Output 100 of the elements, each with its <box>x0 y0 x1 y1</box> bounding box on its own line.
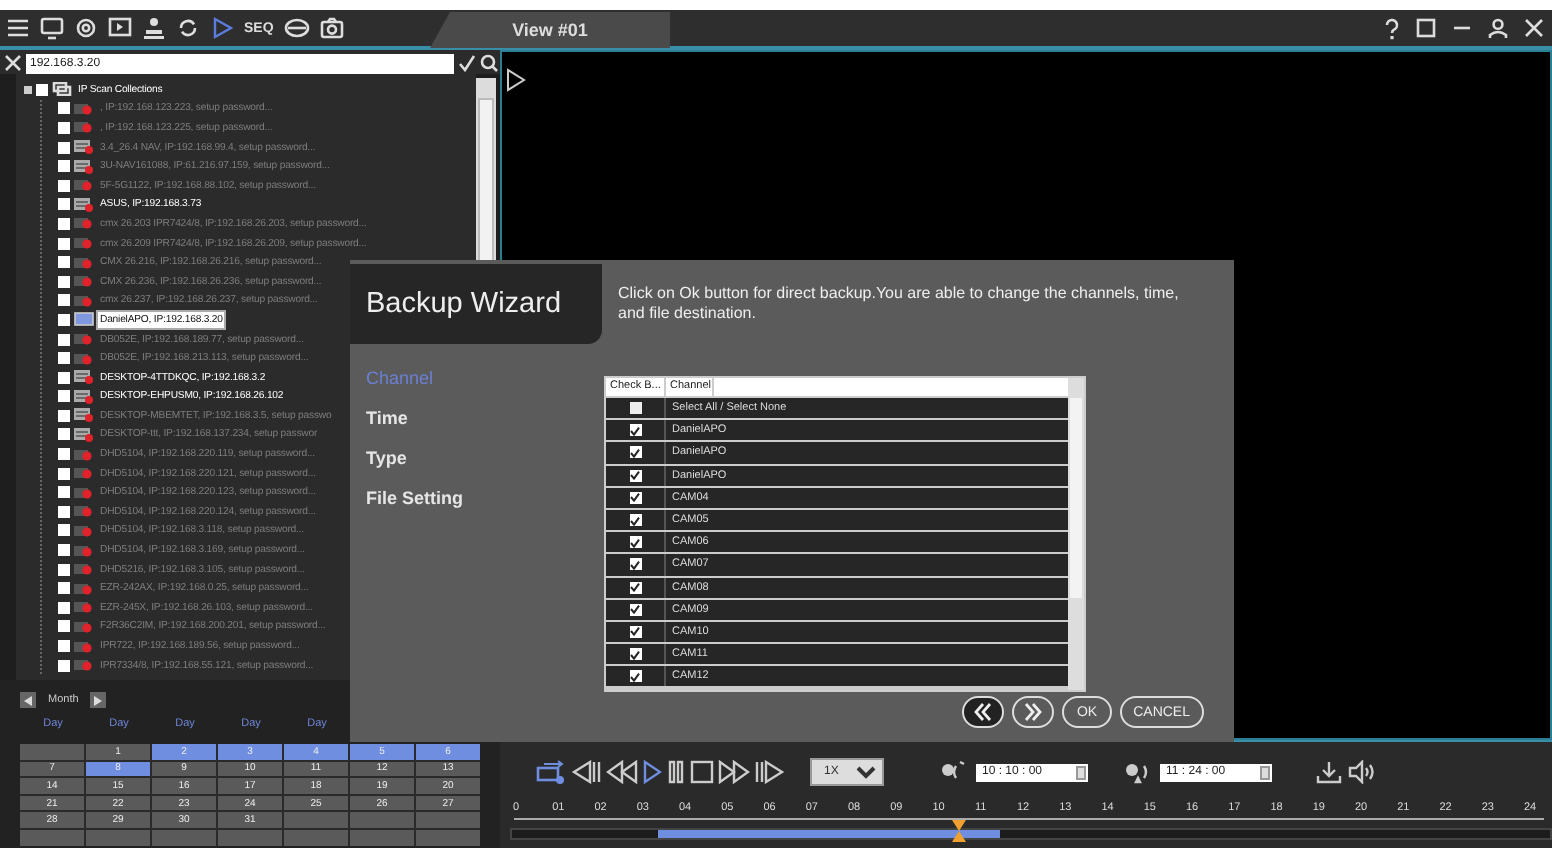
camera-icon <box>74 101 94 116</box>
camera-icon <box>74 639 94 654</box>
camera-icon <box>74 562 94 577</box>
checkbox[interactable] <box>58 582 70 595</box>
camera-icon <box>74 178 94 193</box>
checkbox[interactable] <box>58 428 70 441</box>
checkbox[interactable] <box>58 563 70 576</box>
checkbox[interactable] <box>58 198 70 211</box>
checkbox[interactable] <box>629 491 641 504</box>
speaker-icon[interactable] <box>1348 760 1374 784</box>
scrollbar[interactable] <box>1068 378 1084 690</box>
playhead-marker[interactable] <box>952 820 967 842</box>
checkbox[interactable] <box>629 424 641 437</box>
checkbox[interactable] <box>58 505 70 518</box>
camera-icon <box>74 332 94 347</box>
maximize-icon[interactable] <box>1416 18 1436 38</box>
user-icon[interactable] <box>1488 18 1508 38</box>
checkbox[interactable] <box>629 469 641 482</box>
checkbox[interactable] <box>629 446 641 459</box>
camera-icon[interactable] <box>319 16 344 40</box>
checkbox[interactable] <box>58 102 70 115</box>
checkbox[interactable] <box>58 121 70 134</box>
checkbox[interactable] <box>58 160 70 173</box>
camera-icon <box>74 255 94 270</box>
rewind-icon[interactable] <box>606 760 638 784</box>
export-icon[interactable] <box>536 760 566 784</box>
playback-screen-icon[interactable] <box>108 16 132 40</box>
checkbox[interactable] <box>58 352 70 365</box>
dialog-title: Backup Wizard <box>350 264 602 344</box>
checkbox[interactable] <box>629 402 641 415</box>
search-icon[interactable] <box>480 54 498 72</box>
pause-icon[interactable] <box>666 760 686 784</box>
recorder-icon <box>74 389 94 404</box>
user-desk-icon[interactable] <box>142 16 166 40</box>
checkbox[interactable] <box>58 544 70 557</box>
checkbox[interactable] <box>58 601 70 614</box>
view-tab[interactable]: View #01 <box>430 12 670 48</box>
checkbox[interactable] <box>36 83 48 96</box>
download-icon[interactable] <box>1316 760 1342 784</box>
checkbox[interactable] <box>58 659 70 672</box>
network-icon <box>52 82 72 97</box>
play-icon[interactable] <box>506 68 526 92</box>
checkbox[interactable] <box>58 620 70 633</box>
checkbox[interactable] <box>58 524 70 537</box>
checkbox[interactable] <box>58 409 70 422</box>
checkbox[interactable] <box>58 179 70 192</box>
close-icon[interactable] <box>1524 18 1544 38</box>
confirm-icon[interactable] <box>458 54 476 72</box>
checkbox[interactable] <box>58 371 70 384</box>
checkbox[interactable] <box>629 558 641 571</box>
checkbox[interactable] <box>58 313 70 326</box>
checkbox[interactable] <box>58 275 70 288</box>
wizard-step[interactable]: Time <box>366 408 408 428</box>
recorder-icon <box>74 197 94 212</box>
next-month-button[interactable] <box>90 692 107 708</box>
checkbox[interactable] <box>629 514 641 527</box>
checkbox[interactable] <box>58 640 70 653</box>
checkbox[interactable] <box>629 536 641 549</box>
checkbox[interactable] <box>58 467 70 480</box>
menu-icon[interactable] <box>6 16 30 40</box>
camera-icon <box>74 485 94 500</box>
checkbox[interactable] <box>58 237 70 250</box>
checkbox[interactable] <box>629 603 641 616</box>
checkbox[interactable] <box>58 217 70 230</box>
next-button[interactable] <box>1012 696 1055 728</box>
start-time-icon[interactable] <box>940 760 968 784</box>
camera-icon <box>74 466 94 481</box>
monitor-icon[interactable] <box>40 16 64 40</box>
camera-icon <box>74 351 94 366</box>
expand-toggle[interactable] <box>24 85 32 94</box>
wizard-step[interactable]: File Setting <box>366 488 464 508</box>
scroll-thumb[interactable] <box>1070 398 1082 598</box>
monitor-icon <box>74 312 94 327</box>
checkbox[interactable] <box>629 625 641 638</box>
prev-month-button[interactable] <box>20 692 36 708</box>
end-time-icon[interactable] <box>1124 760 1152 784</box>
wizard-step[interactable]: Type <box>366 448 407 468</box>
checkbox[interactable] <box>58 256 70 269</box>
checkbox[interactable] <box>58 390 70 403</box>
spinner[interactable] <box>1260 765 1270 779</box>
camera-icon <box>74 600 94 615</box>
fast-forward-icon[interactable] <box>718 760 750 784</box>
next-frame-icon[interactable] <box>754 760 786 784</box>
checkbox[interactable] <box>58 486 70 499</box>
checkbox[interactable] <box>629 670 641 683</box>
recorder-icon <box>74 159 94 174</box>
previous-frame-icon[interactable] <box>570 760 602 784</box>
refresh-icon[interactable] <box>176 16 200 40</box>
checkbox[interactable] <box>58 294 70 307</box>
spinner[interactable] <box>1076 765 1086 779</box>
checkbox[interactable] <box>629 648 641 661</box>
camera-icon <box>74 523 94 538</box>
checkbox[interactable] <box>629 581 641 594</box>
checkbox[interactable] <box>58 333 70 346</box>
clear-icon[interactable] <box>4 54 22 72</box>
recorder-icon <box>74 427 94 442</box>
checkbox[interactable] <box>58 141 70 154</box>
help-icon[interactable] <box>1384 17 1400 39</box>
checkbox[interactable] <box>58 448 70 461</box>
stop-icon[interactable] <box>690 760 714 784</box>
